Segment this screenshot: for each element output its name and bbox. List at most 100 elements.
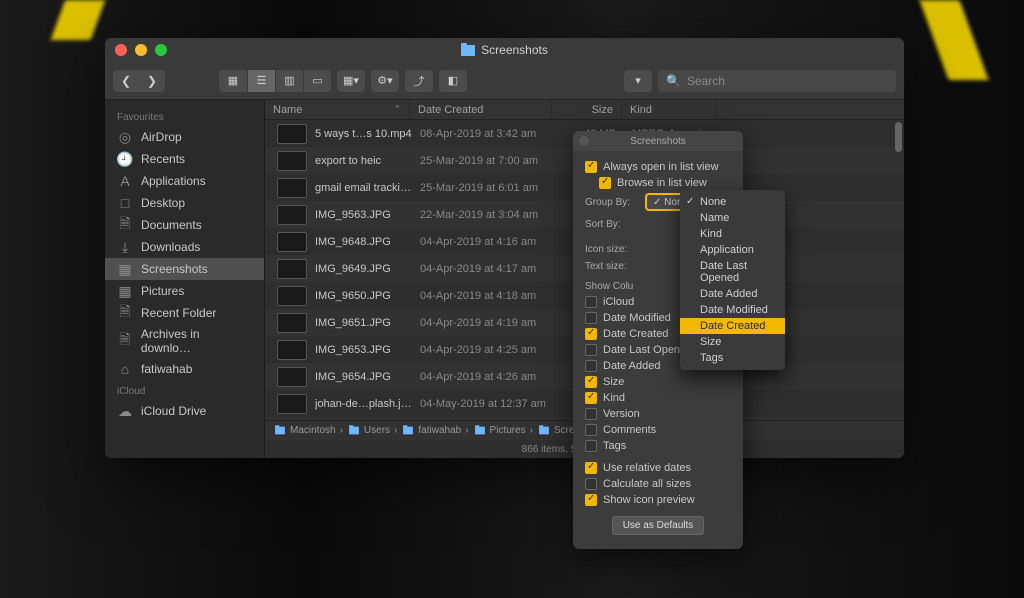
share-button[interactable]: ⤴ — [405, 70, 433, 92]
window-title: Screenshots — [481, 43, 548, 57]
checkbox-icon — [585, 344, 597, 356]
sidebar-item[interactable]: 🗎Archives in downlo… — [105, 324, 264, 358]
column-size[interactable]: Size — [552, 100, 622, 119]
path-segment[interactable]: Pictures — [473, 425, 526, 436]
option-checkbox[interactable]: Show icon preview — [585, 492, 731, 508]
sidebar-item-label: fatiwahab — [141, 362, 192, 376]
column-checkbox[interactable]: Comments — [585, 422, 731, 438]
dropdown-item[interactable]: Date Created — [680, 318, 785, 334]
file-thumbnail — [277, 151, 307, 171]
sidebar-item-label: Downloads — [141, 240, 200, 254]
column-date[interactable]: Date Created — [410, 100, 552, 119]
dropdown-item[interactable]: Date Last Opened — [680, 258, 785, 286]
sidebar-item-icon: ◎ — [117, 129, 133, 145]
folder-icon — [539, 427, 549, 435]
dropdown-button[interactable]: ▾ — [624, 70, 652, 92]
column-checkbox[interactable]: Kind — [585, 390, 731, 406]
dropdown-item[interactable]: None — [680, 194, 785, 210]
sidebar-item-icon: A — [117, 173, 133, 189]
scrollbar-thumb[interactable] — [895, 122, 902, 152]
list-view-button[interactable]: ☰ — [247, 70, 275, 92]
search-field[interactable]: 🔍 Search — [658, 70, 896, 92]
file-date: 04-May-2019 at 12:37 am — [412, 398, 554, 410]
titlebar[interactable]: Screenshots — [105, 38, 904, 62]
folder-icon — [275, 427, 285, 435]
column-name[interactable]: Name⌃ — [265, 100, 410, 119]
option-checkbox[interactable]: Use relative dates — [585, 460, 731, 476]
path-segment[interactable]: Users — [347, 425, 390, 436]
dropdown-item[interactable]: Kind — [680, 226, 785, 242]
dropdown-item[interactable]: Name — [680, 210, 785, 226]
forward-button[interactable]: ❯ — [139, 70, 165, 92]
folder-icon — [475, 427, 485, 435]
sidebar-item[interactable]: ◎AirDrop — [105, 126, 264, 148]
file-date: 04-Apr-2019 at 4:19 am — [412, 317, 554, 329]
sidebar-item-label: Screenshots — [141, 262, 208, 276]
path-segment[interactable]: fatiwahab — [401, 425, 461, 436]
always-open-checkbox[interactable]: Always open in list view — [585, 159, 731, 175]
minimize-window-button[interactable] — [135, 44, 147, 56]
dropdown-item[interactable]: Application — [680, 242, 785, 258]
file-date: 04-Apr-2019 at 4:18 am — [412, 290, 554, 302]
close-icon[interactable] — [579, 136, 589, 146]
sidebar-item[interactable]: ⌂fatiwahab — [105, 358, 264, 380]
column-view-button[interactable]: ▥ — [275, 70, 303, 92]
action-button[interactable]: ⚙▾ — [371, 70, 399, 92]
gallery-view-button[interactable]: ▭ — [303, 70, 331, 92]
browse-in-list-checkbox[interactable]: Browse in list view — [585, 175, 731, 191]
file-name: gmail email tracking — [315, 182, 412, 194]
sidebar-item[interactable]: ▦Screenshots — [105, 258, 264, 280]
zoom-window-button[interactable] — [155, 44, 167, 56]
dropdown-item[interactable]: Date Modified — [680, 302, 785, 318]
folder-icon — [349, 427, 359, 435]
view-options-title[interactable]: Screenshots — [573, 131, 743, 151]
checkbox-icon — [585, 360, 597, 372]
file-thumbnail — [277, 367, 307, 387]
arrange-button[interactable]: ▦▾ — [337, 70, 365, 92]
file-name: IMG_9648.JPG — [315, 236, 412, 248]
sidebar-item-label: Documents — [141, 218, 202, 232]
file-name: IMG_9563.JPG — [315, 209, 412, 221]
sidebar-item[interactable]: 🗎Recent Folder — [105, 302, 264, 324]
sort-indicator-icon: ⌃ — [393, 104, 401, 115]
dropdown-item[interactable]: Tags — [680, 350, 785, 366]
file-date: 25-Mar-2019 at 7:00 am — [412, 155, 554, 167]
sidebar-item[interactable]: ▦Pictures — [105, 280, 264, 302]
file-name: export to heic — [315, 155, 412, 167]
use-as-defaults-button[interactable]: Use as Defaults — [612, 516, 705, 535]
checkbox-icon — [585, 478, 597, 490]
icon-view-button[interactable]: ▦ — [219, 70, 247, 92]
column-kind[interactable]: Kind — [622, 100, 717, 119]
path-segment[interactable]: Macintosh — [273, 425, 336, 436]
file-thumbnail — [277, 340, 307, 360]
column-checkbox[interactable]: Tags — [585, 438, 731, 454]
file-date: 04-Apr-2019 at 4:26 am — [412, 371, 554, 383]
sidebar-item[interactable]: ☁ iCloud Drive — [105, 400, 264, 422]
close-window-button[interactable] — [115, 44, 127, 56]
dropdown-item[interactable]: Size — [680, 334, 785, 350]
sidebar-item-label: iCloud Drive — [141, 404, 206, 418]
column-checkbox[interactable]: Version — [585, 406, 731, 422]
file-name: johan-de…plash.jpg — [315, 398, 412, 410]
folder-icon — [461, 45, 475, 56]
file-date: 04-Apr-2019 at 4:25 am — [412, 344, 554, 356]
sidebar-item-icon: ⤓ — [117, 239, 133, 255]
sidebar-item-icon: 🗎 — [117, 333, 133, 349]
sidebar-item[interactable]: A Applications — [105, 170, 264, 192]
sidebar-item-label: Applications — [141, 174, 206, 188]
file-name: 5 ways t…s 10.mp4 — [315, 128, 412, 140]
column-checkbox[interactable]: Size — [585, 374, 731, 390]
tags-button[interactable]: ◧ — [439, 70, 467, 92]
back-button[interactable]: ❮ — [113, 70, 139, 92]
sidebar-item-icon: ☁ — [117, 403, 133, 419]
sidebar-item[interactable]: 🗎Documents — [105, 214, 264, 236]
file-thumbnail — [277, 124, 307, 144]
sidebar-item[interactable]: 🕘Recents — [105, 148, 264, 170]
folder-icon — [403, 427, 413, 435]
dropdown-item[interactable]: Date Added — [680, 286, 785, 302]
option-checkbox[interactable]: Calculate all sizes — [585, 476, 731, 492]
sidebar: Favourites◎AirDrop🕘RecentsAApplications□… — [105, 100, 265, 458]
sidebar-item[interactable]: □Desktop — [105, 192, 264, 214]
view-switcher[interactable]: ▦ ☰ ▥ ▭ — [219, 70, 331, 92]
sidebar-item[interactable]: ⤓ Downloads — [105, 236, 264, 258]
